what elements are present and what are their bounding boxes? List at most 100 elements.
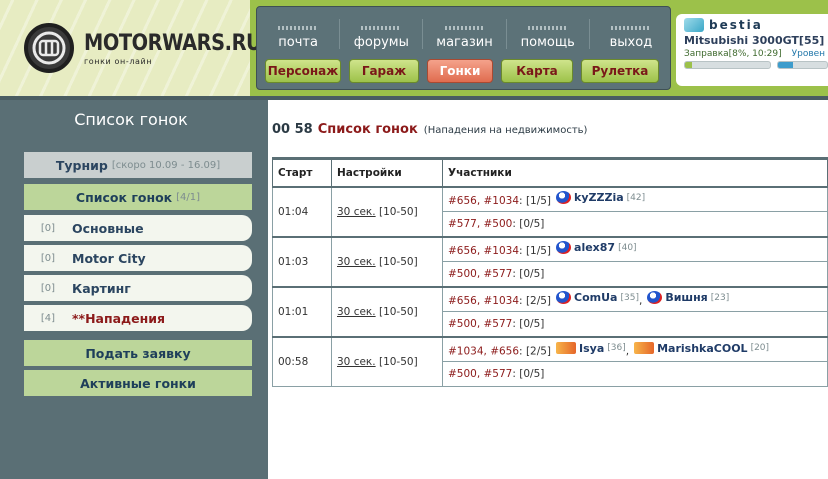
user-box: bestia Mitsubishi 3000GT[55] Заправка[8%… bbox=[676, 14, 828, 86]
player-level: [35] bbox=[620, 292, 639, 303]
dash-icon bbox=[610, 26, 651, 30]
player-name[interactable]: ComUa bbox=[574, 291, 617, 304]
menu-forums[interactable]: форумы bbox=[340, 13, 422, 53]
roulette-button[interactable]: Рулетка bbox=[581, 59, 659, 83]
settings-link[interactable]: 30 сек. bbox=[337, 356, 376, 368]
sidebar-item-label: Основные bbox=[72, 220, 144, 236]
clan-icon bbox=[684, 18, 704, 32]
fuel-bar bbox=[684, 61, 772, 69]
site-header: MOTORWARS.RU гонки он-лайн почта форумы … bbox=[0, 0, 828, 98]
participants-cell: #500, #577: [0/5] bbox=[442, 311, 828, 337]
player-name[interactable]: Isya bbox=[579, 342, 604, 355]
sidebar-item-label: Картинг bbox=[72, 280, 131, 296]
user-name[interactable]: bestia bbox=[709, 18, 763, 32]
level-bar-fill bbox=[778, 62, 793, 68]
submit-application-button[interactable]: Подать заявку bbox=[24, 340, 252, 366]
property-refs[interactable]: #656, #1034 bbox=[448, 295, 519, 307]
sidebar-item-tournament[interactable]: Турнир [скоро 10.09 - 16.09] bbox=[24, 152, 252, 178]
player: kyZZZia [42] bbox=[556, 191, 645, 205]
flag-icon bbox=[647, 291, 663, 305]
sidebar-item-count: [4] bbox=[40, 312, 56, 324]
sidebar-item-motor-city[interactable]: [0] Motor City bbox=[24, 245, 252, 271]
slot-count: [1/5] bbox=[525, 195, 552, 208]
dash-icon bbox=[527, 26, 568, 30]
dash-icon bbox=[444, 26, 485, 30]
property-refs[interactable]: #656, #1034 bbox=[448, 195, 519, 207]
settings-link[interactable]: 30 сек. bbox=[337, 256, 376, 268]
page-heading: 00 58 Список гонок (Нападения на недвижи… bbox=[272, 122, 587, 137]
table-row: 01:01 30 сек. [10-50] #656, #1034: [2/5] Co… bbox=[272, 285, 828, 337]
settings-link[interactable]: 30 сек. bbox=[337, 306, 376, 318]
slot-count: [0/5] bbox=[519, 317, 545, 330]
sidebar-item-count: [0] bbox=[40, 282, 56, 294]
settings-cell: 30 сек. [10-50] bbox=[331, 185, 443, 237]
settings-range: [10-50] bbox=[378, 205, 418, 218]
slot-count: [0/5] bbox=[519, 267, 545, 280]
character-button[interactable]: Персонаж bbox=[265, 59, 341, 83]
player-name[interactable]: alex87 bbox=[574, 241, 615, 254]
property-refs[interactable]: #500, #577 bbox=[448, 268, 512, 280]
sidebar-item-race-list[interactable]: Список гонок [4/1] bbox=[24, 184, 252, 210]
menu-shop-label: магазин bbox=[436, 35, 493, 50]
property-refs[interactable]: #500, #577 bbox=[448, 318, 512, 330]
player: alex87 [40] bbox=[556, 241, 637, 255]
sidebar-item-label: Motor City bbox=[72, 250, 146, 266]
sidebar-item-main[interactable]: [0] Основные bbox=[24, 215, 252, 241]
menu-shop[interactable]: магазин bbox=[423, 13, 505, 53]
dash-icon bbox=[278, 26, 319, 30]
dash-icon bbox=[361, 26, 402, 30]
column-header-participants: Участники bbox=[442, 157, 828, 187]
menu-logout-label: выход bbox=[609, 35, 653, 50]
slot-count: [0/5] bbox=[519, 217, 545, 230]
active-races-button[interactable]: Активные гонки bbox=[24, 370, 252, 396]
player-name[interactable]: Вишня bbox=[665, 291, 707, 304]
property-refs[interactable]: #577, #500 bbox=[448, 218, 512, 230]
top-menu: почта форумы магазин помощь выход bbox=[257, 13, 672, 53]
fuel-label: Заправка[8%, 10:29] bbox=[684, 49, 782, 59]
garage-button[interactable]: Гараж bbox=[349, 59, 419, 83]
sidebar-item-attacks[interactable]: [4] **Нападения bbox=[24, 305, 252, 331]
fuel-bar-fill bbox=[685, 62, 692, 68]
content-edge bbox=[262, 100, 268, 479]
slot-count: [2/5] bbox=[525, 295, 552, 308]
participants-cell: #1034, #656: [2/5] Isya [36], MarishkaCOOL[… bbox=[442, 335, 828, 362]
table-row: 01:03 30 сек. [10-50] #656, #1034: [1/5] al… bbox=[272, 235, 828, 287]
property-refs[interactable]: #500, #577 bbox=[448, 368, 512, 380]
settings-cell: 30 сек. [10-50] bbox=[331, 285, 443, 337]
settings-range: [10-50] bbox=[378, 305, 418, 318]
menu-mail[interactable]: почта bbox=[257, 13, 339, 53]
start-time-cell: 01:01 bbox=[272, 285, 332, 337]
property-refs[interactable]: #1034, #656 bbox=[448, 345, 519, 357]
level-bar bbox=[777, 61, 828, 69]
player-level: [23] bbox=[710, 292, 730, 303]
flag-icon bbox=[556, 291, 572, 305]
flame-icon bbox=[634, 342, 655, 354]
settings-range: [10-50] bbox=[378, 355, 418, 368]
settings-link[interactable]: 30 сек. bbox=[337, 206, 376, 218]
slot-count: [1/5] bbox=[525, 245, 552, 258]
start-time-cell: 00:58 bbox=[272, 335, 332, 387]
sidebar-item-race-list-label: Список гонок bbox=[75, 189, 173, 205]
settings-cell: 30 сек. [10-50] bbox=[331, 335, 443, 387]
flag-icon bbox=[556, 241, 572, 255]
table-row: 01:04 30 сек. [10-50] #656, #1034: [1/5] ky… bbox=[272, 185, 828, 237]
player-level: [20] bbox=[750, 343, 770, 353]
menu-help[interactable]: помощь bbox=[507, 13, 589, 53]
races-button[interactable]: Гонки bbox=[427, 59, 493, 83]
sidebar-item-race-list-count: [4/1] bbox=[176, 191, 201, 203]
settings-range: [10-50] bbox=[378, 255, 418, 268]
table-row: 00:58 30 сек. [10-50] #1034, #656: [2/5] Is… bbox=[272, 335, 828, 387]
sidebar-title: Список гонок bbox=[74, 110, 188, 129]
sidebar-item-karting[interactable]: [0] Картинг bbox=[24, 275, 252, 301]
player-name[interactable]: kyZZZia bbox=[574, 191, 624, 204]
property-refs[interactable]: #656, #1034 bbox=[448, 245, 519, 257]
logo-name: MOTORWARS.RU bbox=[84, 30, 262, 56]
menu-logout[interactable]: выход bbox=[590, 13, 672, 53]
start-time-cell: 01:03 bbox=[272, 235, 332, 287]
site-logo[interactable]: MOTORWARS.RU гонки он-лайн bbox=[24, 20, 286, 76]
map-button[interactable]: Карта bbox=[501, 59, 573, 83]
player-name[interactable]: MarishkaCOOL bbox=[657, 342, 747, 355]
column-header-settings: Настройки bbox=[331, 157, 443, 187]
menu-forums-label: форумы bbox=[353, 35, 409, 50]
sidebar-item-tournament-label: Турнир bbox=[55, 157, 108, 173]
